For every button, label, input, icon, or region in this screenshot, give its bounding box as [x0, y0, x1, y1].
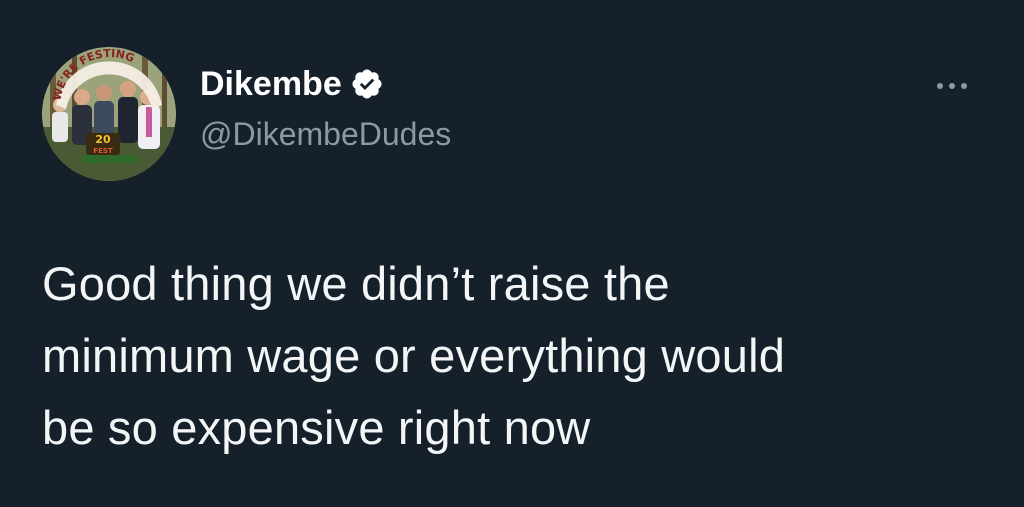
more-options-icon[interactable]	[928, 74, 976, 98]
verified-badge-icon	[350, 67, 384, 101]
author-block: Dikembe @DikembeDudes	[200, 60, 451, 156]
avatar-image: 20 FEST WE'RE FESTING	[42, 47, 176, 181]
tweet-text-line: minimum wage or everything would	[42, 329, 786, 382]
avatar[interactable]: 20 FEST WE'RE FESTING	[42, 47, 176, 181]
tweet-text: Good thing we didn’t raise the minimum w…	[42, 248, 1002, 464]
avatar-badge-number: 20	[95, 133, 111, 146]
more-dot	[961, 83, 967, 89]
avatar-badge-label: FEST	[93, 147, 113, 155]
display-name[interactable]: Dikembe	[200, 60, 342, 108]
tweet-text-line: be so expensive right now	[42, 401, 591, 454]
tweet-text-line: Good thing we didn’t raise the	[42, 257, 670, 310]
user-handle[interactable]: @DikembeDudes	[200, 112, 451, 156]
more-dot	[937, 83, 943, 89]
tweet-card: 20 FEST WE'RE FESTING Dikembe @DikembeDu…	[0, 0, 1024, 507]
more-dot	[949, 83, 955, 89]
name-row: Dikembe	[200, 60, 451, 108]
